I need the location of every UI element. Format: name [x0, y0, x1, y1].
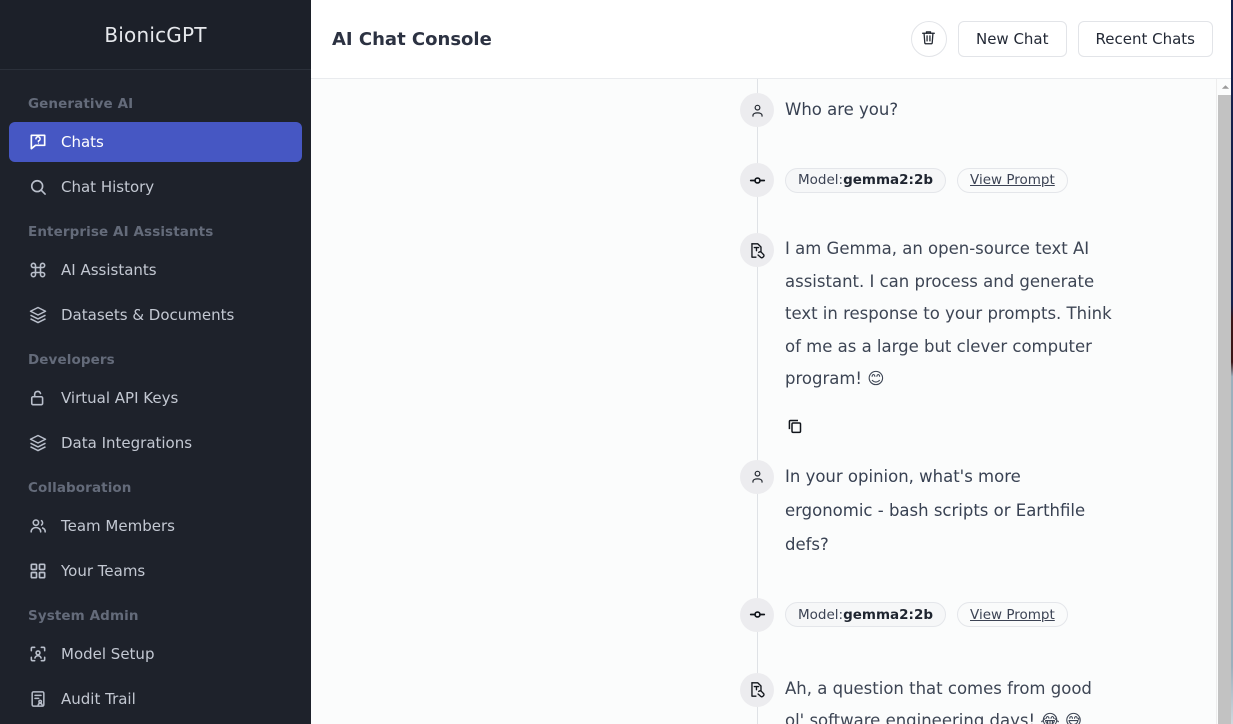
users-icon — [28, 516, 48, 536]
chat-message-user: In your opinion, what's more ergonomic -… — [311, 459, 1233, 562]
sidebar-group-label-collaboration: Collaboration — [28, 480, 132, 496]
sidebar-item-label: Data Integrations — [61, 434, 193, 452]
top-bar-actions: New Chat Recent Chats — [910, 21, 1213, 57]
sidebar-item-label: Chats — [61, 133, 104, 151]
sidebar-group-label-system-admin: System Admin — [28, 608, 139, 624]
user-scan-icon — [28, 644, 48, 664]
chat-scroll-area[interactable]: Who are you? Model: gemma2:2b View Promp… — [311, 79, 1233, 724]
message-body: In your opinion, what's more ergonomic -… — [785, 460, 1233, 562]
model-badge: Model: gemma2:2b — [785, 167, 947, 193]
user-icon — [749, 102, 766, 119]
user-message-text: Who are you? — [785, 100, 899, 119]
sidebar-group-label-enterprise-ai-assistants: Enterprise AI Assistants — [28, 224, 214, 240]
delete-chat-button[interactable] — [910, 21, 947, 57]
model-prefix-label: Model: — [798, 172, 844, 188]
app-brand: BionicGPT — [0, 0, 311, 70]
sidebar-item-your-teams[interactable]: Your Teams — [9, 551, 302, 591]
sidebar-item-audit-trail[interactable]: Audit Trail — [9, 679, 302, 719]
document-hand-icon — [748, 241, 767, 260]
chat-message-user: Who are you? — [311, 93, 1233, 127]
message-body: Who are you? — [785, 93, 1018, 127]
avatar — [740, 597, 774, 632]
sidebar-item-chats[interactable]: Chats — [9, 122, 302, 162]
assistant-message-text: I am Gemma, an open-source text AI assis… — [785, 233, 1113, 396]
sidebar-group-label-generative-ai: Generative AI — [28, 96, 134, 112]
message-body: I am Gemma, an open-source text AI assis… — [785, 233, 1233, 438]
sidebar-item-ai-assistants[interactable]: AI Assistants — [9, 250, 302, 290]
message-body: Model: gemma2:2b View Prompt — [785, 598, 1188, 632]
view-prompt-label: View Prompt — [970, 172, 1055, 188]
message-actions — [785, 396, 1113, 438]
document-hand-icon — [748, 680, 767, 699]
git-commit-icon — [748, 171, 767, 190]
user-icon — [749, 468, 766, 485]
sidebar-item-label: Audit Trail — [61, 690, 136, 708]
sidebar-item-label: Your Teams — [61, 562, 146, 580]
main-content: AI Chat Console New Chat Recent Chats Wh… — [311, 0, 1233, 724]
trash-icon — [919, 28, 938, 51]
sidebar-nav: Generative AI Chats Chat History Enterpr… — [0, 70, 311, 724]
view-prompt-button[interactable]: View Prompt — [957, 602, 1068, 627]
model-chip-row: Model: gemma2:2b View Prompt — [785, 163, 1068, 197]
view-prompt-button[interactable]: View Prompt — [957, 167, 1068, 193]
sidebar-item-label: Chat History — [61, 178, 155, 196]
sidebar-item-label: Datasets & Documents — [61, 306, 235, 324]
avatar — [740, 233, 774, 267]
layers-icon — [28, 433, 48, 453]
command-icon — [28, 260, 48, 280]
sidebar-group-label-developers: Developers — [28, 352, 115, 368]
top-bar: AI Chat Console New Chat Recent Chats — [311, 0, 1233, 79]
clipboard-user-icon — [28, 689, 48, 709]
sidebar: BionicGPT Generative AI Chats Chat Histo… — [0, 0, 311, 724]
model-name-value: gemma2:2b — [843, 606, 934, 623]
sidebar-item-label: Virtual API Keys — [61, 389, 179, 407]
model-badge: Model: gemma2:2b — [785, 602, 947, 627]
assistant-message-text: Ah, a question that comes from good ol' … — [785, 673, 1113, 724]
avatar — [740, 459, 774, 494]
sidebar-item-label: AI Assistants — [61, 261, 157, 279]
search-icon — [28, 177, 48, 197]
git-commit-icon — [748, 605, 767, 624]
copy-icon[interactable] — [785, 416, 807, 438]
avatar — [740, 93, 774, 127]
avatar — [740, 163, 774, 197]
chat-message-list: Who are you? Model: gemma2:2b View Promp… — [311, 79, 1233, 724]
model-name-value: gemma2:2b — [843, 172, 934, 188]
message-body: Model: gemma2:2b View Prompt — [785, 163, 1188, 197]
chat-question-icon — [28, 132, 48, 152]
model-prefix-label: Model: — [798, 606, 844, 623]
page-title: AI Chat Console — [332, 28, 492, 50]
layers-icon — [28, 305, 48, 325]
message-body: Ah, a question that comes from good ol' … — [785, 673, 1233, 724]
new-chat-button[interactable]: New Chat — [957, 21, 1067, 57]
model-chip-row: Model: gemma2:2b View Prompt — [785, 598, 1068, 632]
avatar — [740, 672, 774, 707]
sidebar-item-label: Model Setup — [61, 645, 155, 663]
sidebar-item-datasets-documents[interactable]: Datasets & Documents — [9, 295, 302, 335]
sidebar-item-team-members[interactable]: Team Members — [9, 506, 302, 546]
grid-icon — [28, 561, 48, 581]
recent-chats-button[interactable]: Recent Chats — [1077, 21, 1213, 57]
assistant-paragraph: Ah, a question that comes from good ol' … — [785, 678, 1092, 724]
unlock-icon — [28, 388, 48, 408]
chat-message-assistant: I am Gemma, an open-source text AI assis… — [311, 233, 1233, 438]
chat-message-model-meta: Model: gemma2:2b View Prompt — [311, 163, 1233, 197]
sidebar-item-label: Team Members — [61, 517, 175, 535]
chat-message-assistant: Ah, a question that comes from good ol' … — [311, 672, 1233, 724]
chat-message-model-meta: Model: gemma2:2b View Prompt — [311, 597, 1233, 632]
sidebar-item-model-setup[interactable]: Model Setup — [9, 634, 302, 674]
sidebar-item-chat-history[interactable]: Chat History — [9, 167, 302, 207]
sidebar-item-data-integrations[interactable]: Data Integrations — [9, 423, 302, 463]
assistant-paragraph: I am Gemma, an open-source text AI assis… — [785, 239, 1112, 388]
user-message-text: In your opinion, what's more ergonomic -… — [785, 466, 1086, 554]
sidebar-item-virtual-api-keys[interactable]: Virtual API Keys — [9, 378, 302, 418]
app-root: BionicGPT Generative AI Chats Chat Histo… — [0, 0, 1233, 724]
view-prompt-label: View Prompt — [970, 606, 1055, 623]
